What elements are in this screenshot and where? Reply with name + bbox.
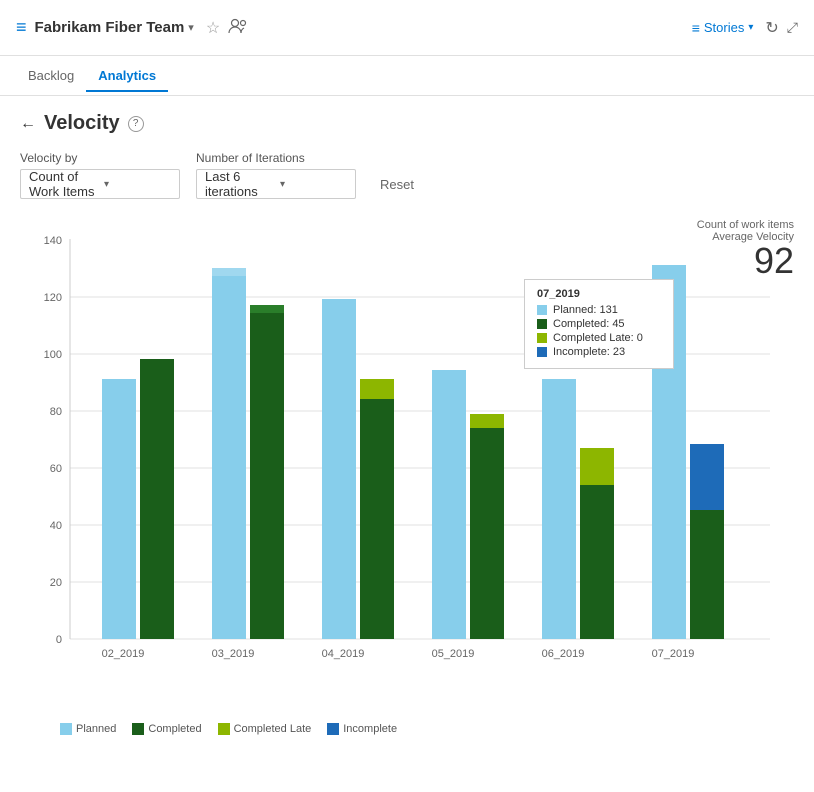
- iterations-label: Number of Iterations: [196, 151, 356, 165]
- tooltip-planned: Planned: 131: [537, 304, 661, 316]
- bar-04-2019-completed-late[interactable]: [360, 379, 394, 399]
- svg-text:06_2019: 06_2019: [542, 648, 585, 660]
- tooltip-completed: Completed: 45: [537, 318, 661, 330]
- velocity-by-value: Count of Work Items: [29, 169, 96, 199]
- svg-text:20: 20: [50, 577, 62, 589]
- iterations-dropdown[interactable]: Last 6 iterations ▾: [196, 169, 356, 199]
- tooltip-planned-color: [537, 305, 547, 315]
- bar-03-2019-completed[interactable]: [250, 305, 284, 639]
- tooltip-completed-late-color: [537, 333, 547, 343]
- tooltip-completed-late: Completed Late: 0: [537, 332, 661, 344]
- favorite-star-icon[interactable]: ☆: [206, 18, 220, 38]
- stories-selector[interactable]: ≡ Stories ▾: [692, 20, 754, 36]
- bar-05-2019-planned[interactable]: [432, 370, 466, 639]
- bar-03-2019-planned-top: [212, 268, 246, 276]
- tooltip-completed-value: 45: [612, 318, 624, 330]
- bar-04-2019-completed[interactable]: [360, 399, 394, 639]
- help-icon[interactable]: ?: [128, 116, 144, 132]
- legend-completed-color: [132, 723, 144, 735]
- legend-completed-late-label: Completed Late: [234, 723, 312, 735]
- tab-backlog[interactable]: Backlog: [16, 60, 86, 91]
- bar-05-2019-completed-late[interactable]: [470, 414, 504, 428]
- page-header: ← Velocity ?: [20, 112, 794, 135]
- legend-completed-label: Completed: [148, 723, 201, 735]
- tooltip-incomplete: Incomplete: 23: [537, 346, 661, 358]
- avg-value: 92: [697, 243, 794, 279]
- svg-text:0: 0: [56, 634, 62, 646]
- legend-incomplete-color: [327, 723, 339, 735]
- legend-planned-label: Planned: [76, 723, 116, 735]
- velocity-by-filter: Velocity by Count of Work Items ▾: [20, 151, 180, 199]
- app-icon: ≡: [16, 17, 27, 38]
- svg-text:04_2019: 04_2019: [322, 648, 365, 660]
- bar-02-2019-planned[interactable]: [102, 379, 136, 639]
- people-icon[interactable]: [228, 18, 248, 37]
- velocity-by-chevron-icon: ▾: [104, 179, 171, 190]
- svg-text:120: 120: [44, 292, 62, 304]
- bar-04-2019-planned[interactable]: [322, 299, 356, 639]
- bar-03-2019-planned[interactable]: [212, 268, 246, 639]
- bar-07-2019-completed[interactable]: [690, 510, 724, 639]
- velocity-by-label: Velocity by: [20, 151, 180, 165]
- bar-03-2019-completed-top: [250, 305, 284, 313]
- legend-planned-color: [60, 723, 72, 735]
- tooltip-planned-label: Planned: 131: [553, 304, 618, 316]
- legend-planned: Planned: [60, 723, 116, 735]
- team-chevron-icon[interactable]: ▾: [188, 21, 194, 34]
- velocity-by-dropdown[interactable]: Count of Work Items ▾: [20, 169, 180, 199]
- svg-text:100: 100: [44, 349, 62, 361]
- tooltip-incomplete-label: Incomplete: 23: [553, 346, 625, 358]
- tooltip-completed-label: Completed: 45: [553, 318, 625, 330]
- bar-06-2019-planned[interactable]: [542, 379, 576, 639]
- iterations-value: Last 6 iterations: [205, 169, 272, 199]
- bar-07-2019-incomplete[interactable]: [690, 444, 724, 510]
- reset-button[interactable]: Reset: [372, 169, 422, 199]
- legend-completed-late: Completed Late: [218, 723, 312, 735]
- legend-completed-late-color: [218, 723, 230, 735]
- tooltip-completed-late-label: Completed Late: 0: [553, 332, 643, 344]
- filters-bar: Velocity by Count of Work Items ▾ Number…: [20, 151, 794, 199]
- chart-tooltip: 07_2019 Planned: 131 Completed: 45 Compl…: [524, 279, 674, 369]
- tooltip-title: 07_2019: [537, 288, 661, 300]
- svg-text:40: 40: [50, 520, 62, 532]
- expand-icon[interactable]: ⤢: [787, 19, 798, 36]
- stories-chevron-icon: ▾: [748, 22, 753, 33]
- bar-05-2019-completed[interactable]: [470, 428, 504, 639]
- bar-06-2019-completed[interactable]: [580, 485, 614, 639]
- legend-incomplete: Incomplete: [327, 723, 397, 735]
- count-label: Count of work items: [697, 219, 794, 231]
- tooltip-completed-late-value: 0: [637, 332, 643, 344]
- refresh-icon[interactable]: ↻: [765, 18, 778, 38]
- chart-legend: Planned Completed Completed Late Incompl…: [20, 723, 794, 735]
- tooltip-completed-color: [537, 319, 547, 329]
- header: ≡ Fabrikam Fiber Team ▾ ☆ ≡ Stories ▾ ↻ …: [0, 0, 814, 56]
- svg-text:07_2019: 07_2019: [652, 648, 695, 660]
- stories-label: Stories: [704, 20, 744, 35]
- velocity-display: Count of work items Average Velocity 92: [697, 219, 794, 279]
- chart-container: Count of work items Average Velocity 92 …: [20, 219, 794, 719]
- bar-06-2019-completed-late[interactable]: [580, 448, 614, 485]
- bar-02-2019-completed[interactable]: [140, 359, 174, 639]
- iterations-chevron-icon: ▾: [280, 179, 347, 190]
- legend-incomplete-label: Incomplete: [343, 723, 397, 735]
- stories-icon: ≡: [692, 20, 700, 36]
- tab-analytics[interactable]: Analytics: [86, 60, 168, 91]
- tooltip-planned-value: 131: [599, 304, 617, 316]
- tooltip-incomplete-value: 23: [613, 346, 625, 358]
- iterations-filter: Number of Iterations Last 6 iterations ▾: [196, 151, 356, 199]
- svg-text:140: 140: [44, 235, 62, 247]
- svg-text:03_2019: 03_2019: [212, 648, 255, 660]
- svg-text:60: 60: [50, 463, 62, 475]
- legend-completed: Completed: [132, 723, 201, 735]
- tooltip-incomplete-color: [537, 347, 547, 357]
- svg-text:05_2019: 05_2019: [432, 648, 475, 660]
- page-content: ← Velocity ? Velocity by Count of Work I…: [0, 96, 814, 751]
- svg-text:80: 80: [50, 406, 62, 418]
- team-title: Fabrikam Fiber Team: [35, 19, 185, 36]
- svg-text:02_2019: 02_2019: [102, 648, 145, 660]
- back-button[interactable]: ←: [20, 115, 36, 133]
- page-title: Velocity: [44, 112, 120, 135]
- nav-tabs: Backlog Analytics: [0, 56, 814, 96]
